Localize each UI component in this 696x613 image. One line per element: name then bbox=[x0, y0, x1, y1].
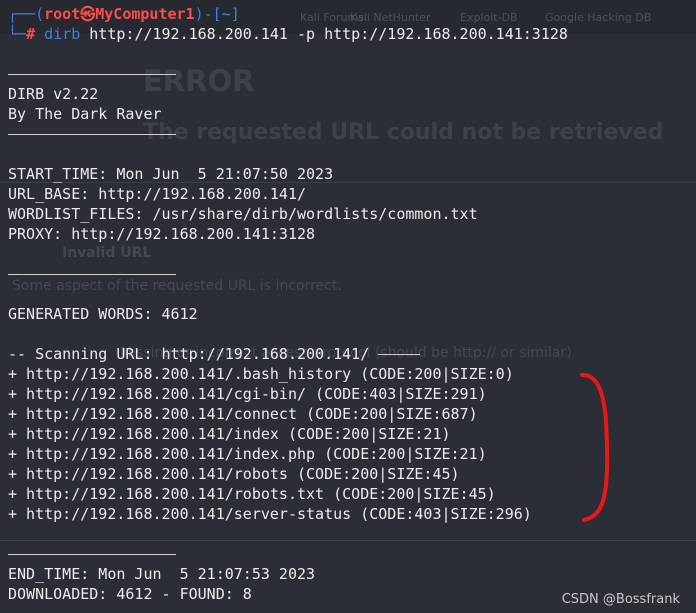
result-line: + http://192.168.200.141/robots.txt (COD… bbox=[8, 485, 496, 503]
prompt-line-1: ┌──(root㉿MyComputer1)-[~] bbox=[8, 4, 568, 24]
url-base: URL_BASE: http://192.168.200.141/ bbox=[8, 185, 307, 203]
csdn-watermark: CSDN @Bossfrank bbox=[561, 592, 680, 607]
prompt-hash: # bbox=[26, 25, 36, 43]
prompt-dir: )-[~] bbox=[194, 5, 240, 23]
command-name: dirb bbox=[44, 25, 81, 43]
wordlist-files: WORDLIST_FILES: /usr/share/dirb/wordlist… bbox=[8, 205, 478, 223]
separator-rule bbox=[8, 73, 176, 75]
separator bbox=[8, 64, 568, 84]
dirb-version: DIRB v2.22 bbox=[8, 85, 99, 103]
result-line: + http://192.168.200.141/server-status (… bbox=[8, 505, 532, 523]
terminal-output: ┌──(root㉿MyComputer1)-[~] └─# dirb http:… bbox=[8, 4, 568, 604]
proxy: PROXY: http://192.168.200.141:3128 bbox=[8, 225, 316, 243]
result-line: + http://192.168.200.141/index.php (CODE… bbox=[8, 445, 487, 463]
separator-rule bbox=[8, 273, 176, 275]
red-bracket-annotation bbox=[580, 373, 610, 522]
scanning-line: -- Scanning URL: http://192.168.200.141/ bbox=[8, 344, 568, 364]
result-line: + http://192.168.200.141/cgi-bin/ (CODE:… bbox=[8, 385, 487, 403]
result-line: + http://192.168.200.141/.bash_history (… bbox=[8, 365, 514, 383]
result-line: + http://192.168.200.141/robots (CODE:20… bbox=[8, 465, 460, 483]
start-time: START_TIME: Mon Jun 5 21:07:50 2023 bbox=[8, 165, 334, 183]
separator-rule bbox=[8, 553, 176, 555]
separator bbox=[8, 124, 568, 144]
dirb-author: By The Dark Raver bbox=[8, 105, 162, 123]
downloaded-found: DOWNLOADED: 4612 - FOUND: 8 bbox=[8, 585, 252, 603]
command-args: http://192.168.200.141 -p http://192.168… bbox=[89, 25, 568, 43]
prompt-open: ┌──( bbox=[8, 5, 45, 23]
prompt-hash-prefix: └─ bbox=[8, 25, 27, 43]
prompt-user-host: root㉿MyComputer1 bbox=[44, 5, 195, 23]
end-time: END_TIME: Mon Jun 5 21:07:53 2023 bbox=[8, 565, 316, 583]
generated-words: GENERATED WORDS: 4612 bbox=[8, 305, 198, 323]
result-line: + http://192.168.200.141/connect (CODE:2… bbox=[8, 405, 478, 423]
separator bbox=[8, 264, 568, 284]
scanning-text: -- Scanning URL: http://192.168.200.141/ bbox=[8, 345, 370, 363]
separator-rule bbox=[8, 133, 176, 135]
prompt-line-2: └─# dirb http://192.168.200.141 -p http:… bbox=[8, 24, 568, 44]
scanning-rule bbox=[378, 354, 421, 355]
result-line: + http://192.168.200.141/index (CODE:200… bbox=[8, 425, 451, 443]
separator bbox=[8, 544, 568, 564]
